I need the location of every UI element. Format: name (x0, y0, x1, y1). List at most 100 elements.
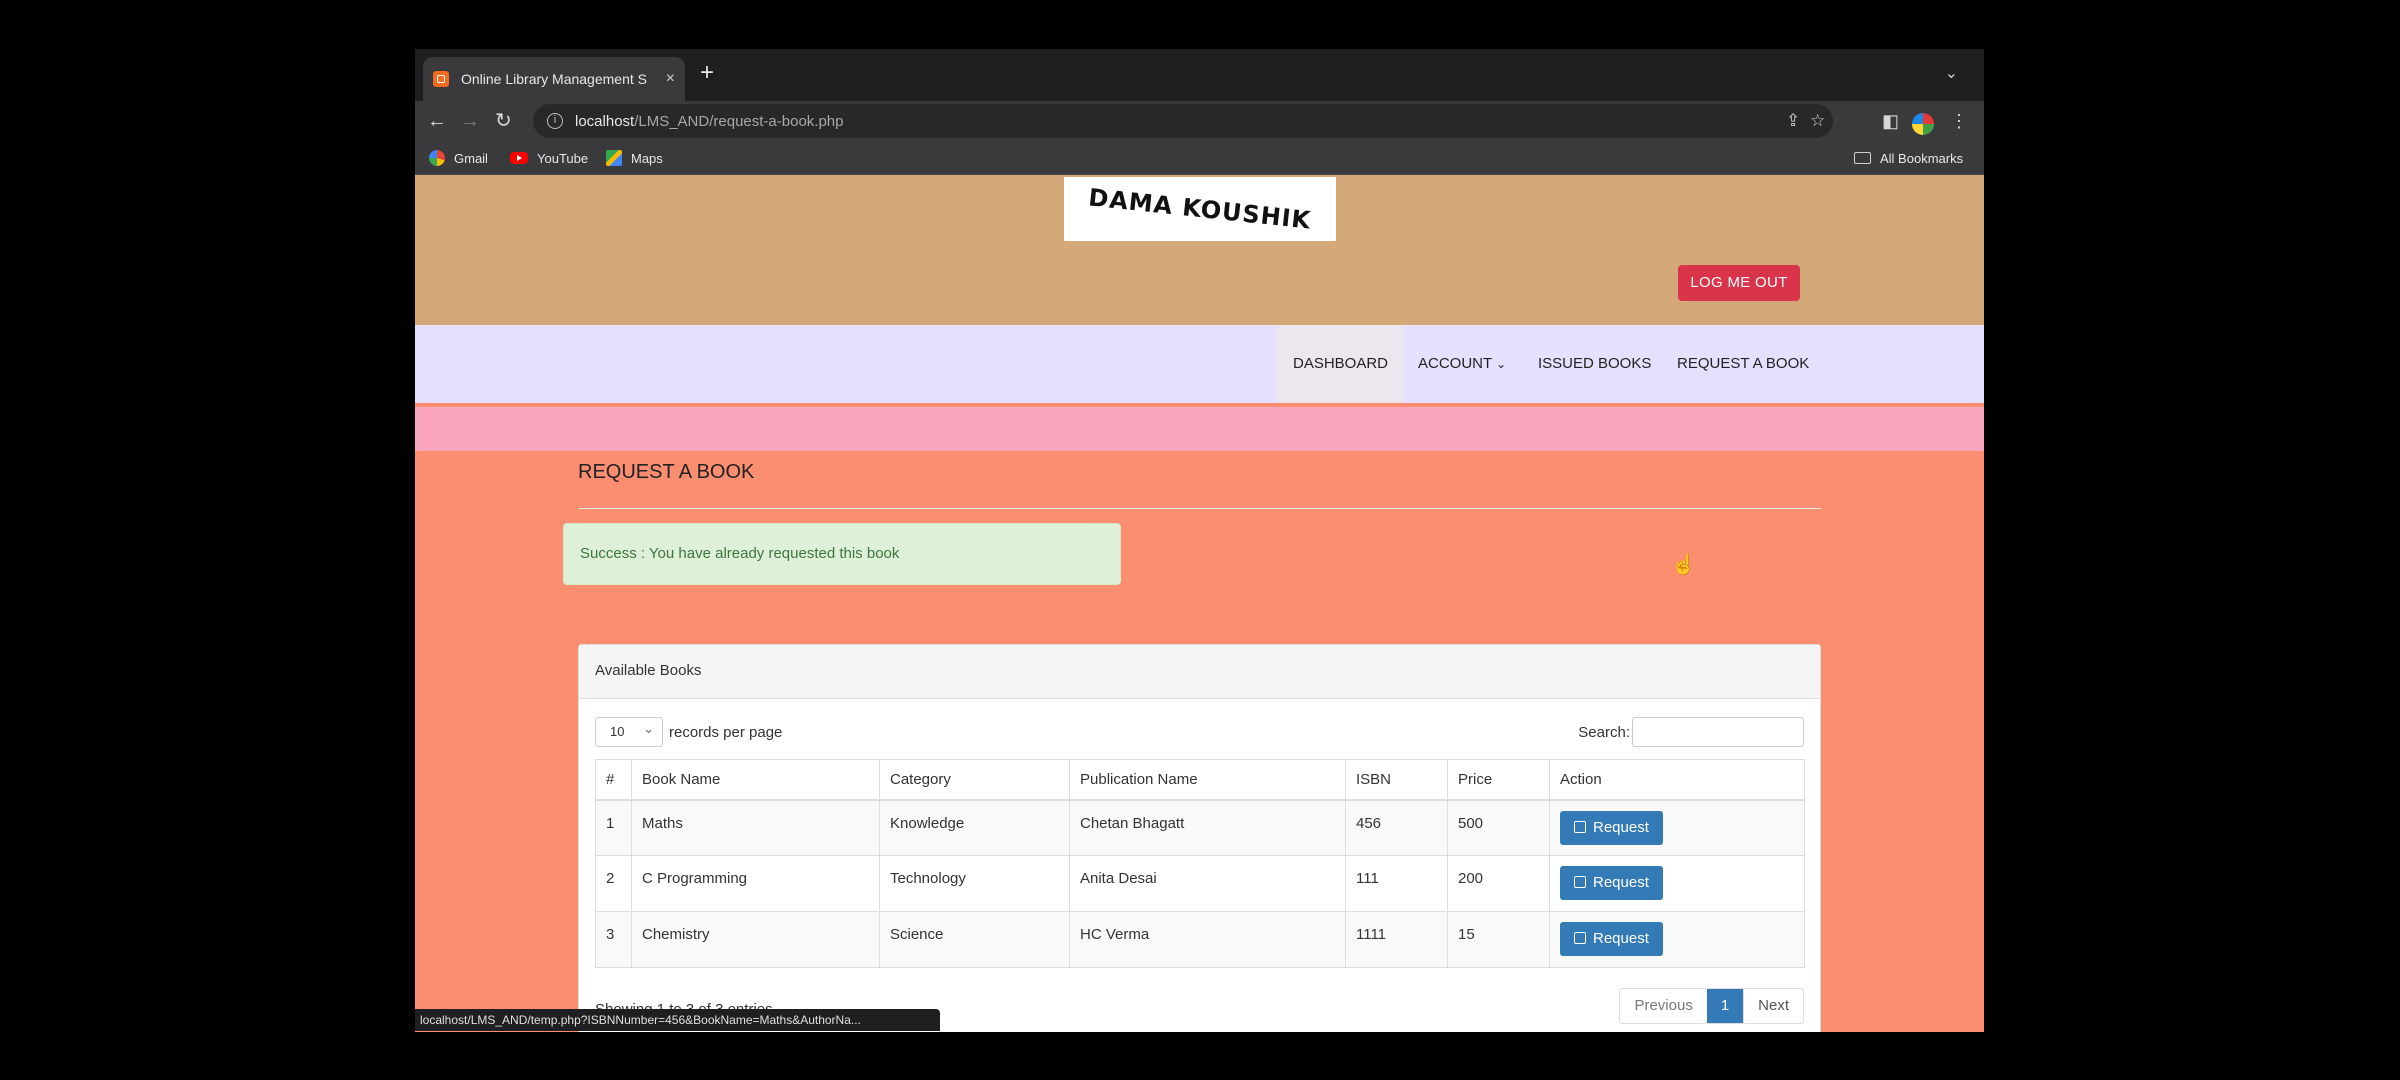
maps-icon (606, 150, 622, 166)
books-table: # Book Name Category Publication Name IS… (595, 759, 1805, 968)
page-title: REQUEST A BOOK (578, 461, 755, 483)
cell-price: 500 (1447, 799, 1550, 856)
col-action[interactable]: Action (1549, 759, 1805, 801)
search-input[interactable] (1632, 717, 1804, 747)
logo-text: DAMA KOUSHIK (1087, 183, 1313, 235)
tab-strip: Online Library Management S × + ⌄ (415, 49, 1984, 101)
table-row: 1 Maths Knowledge Chetan Bhagatt 456 500… (595, 799, 1805, 856)
cell-isbn: 111 (1345, 855, 1448, 912)
bookmark-youtube[interactable]: YouTube (510, 141, 588, 175)
browser-menu-icon[interactable]: ⋮ (1950, 107, 1968, 135)
edit-icon (1574, 876, 1586, 888)
cell-action: Request (1549, 911, 1805, 968)
page-length-select[interactable]: 10 (595, 715, 663, 747)
pink-strip (415, 407, 1984, 451)
folder-icon (1854, 152, 1871, 164)
all-bookmarks[interactable]: All Bookmarks (1854, 141, 1963, 175)
share-icon[interactable]: ⇪ (1786, 104, 1800, 138)
next-page-button[interactable]: Next (1743, 989, 1803, 1023)
table-header-row: # Book Name Category Publication Name IS… (595, 759, 1805, 801)
cell-publication: HC Verma (1069, 911, 1346, 968)
books-panel: Available Books 10 records per page Sear… (578, 644, 1821, 1032)
pagination: Previous 1 Next (1619, 988, 1804, 1024)
table-row: 3 Chemistry Science HC Verma 1111 15 Req… (595, 911, 1805, 968)
youtube-icon (510, 152, 528, 164)
url-text: localhost/LMS_AND/request-a-book.php (575, 113, 843, 130)
request-button[interactable]: Request (1560, 866, 1663, 900)
search-label: Search: (1578, 723, 1630, 741)
table-row: 2 C Programming Technology Anita Desai 1… (595, 855, 1805, 912)
records-per-page-label: records per page (669, 723, 783, 741)
profile-avatar[interactable] (1912, 113, 1934, 135)
close-tab-icon[interactable]: × (666, 70, 675, 88)
all-bookmarks-label: All Bookmarks (1880, 150, 1964, 166)
cell-publication: Chetan Bhagatt (1069, 799, 1346, 856)
menu-issued-books[interactable]: ISSUED BOOKS (1538, 325, 1651, 403)
cell-number: 3 (595, 911, 632, 968)
browser-tab[interactable]: Online Library Management S × (423, 57, 685, 101)
logout-button[interactable]: LOG ME OUT (1678, 265, 1800, 301)
menu-account-label: ACCOUNT (1418, 355, 1492, 372)
edit-icon (1574, 932, 1586, 944)
site-logo[interactable]: DAMA KOUSHIK (1064, 177, 1336, 241)
request-label: Request (1593, 930, 1649, 947)
cell-action: Request (1549, 799, 1805, 856)
menu-account[interactable]: ACCOUNT ⌄ (1418, 325, 1506, 403)
url-host: localhost (575, 112, 635, 130)
menu-dashboard[interactable]: DASHBOARD (1277, 325, 1405, 403)
site-info-icon[interactable]: i (547, 113, 563, 129)
cell-book-name: Maths (631, 799, 880, 856)
cell-category: Knowledge (879, 799, 1070, 856)
bookmark-label: YouTube (537, 150, 589, 166)
request-button[interactable]: Request (1560, 810, 1663, 845)
main-menu: DASHBOARD ACCOUNT ⌄ ISSUED BOOKS REQUEST… (415, 325, 1984, 403)
back-arrow-icon[interactable]: ← (427, 107, 447, 135)
tab-title: Online Library Management S (461, 71, 647, 87)
bookmark-label: Gmail (454, 150, 488, 166)
forward-arrow-icon[interactable]: → (460, 107, 480, 135)
new-tab-icon[interactable]: + (700, 61, 714, 85)
hand-cursor-icon: ☝ (1671, 554, 1696, 576)
bookmark-gmail[interactable]: Gmail (429, 141, 488, 175)
cell-price: 200 (1447, 855, 1550, 912)
bookmark-star-icon[interactable]: ☆ (1810, 104, 1825, 138)
site-header: DAMA KOUSHIK LOG ME OUT (415, 175, 1984, 325)
tab-search-chevron-icon[interactable]: ⌄ (1945, 63, 1958, 83)
cell-number: 1 (595, 799, 632, 856)
divider (578, 508, 1821, 509)
page-length-control: 10 records per page (595, 715, 783, 747)
cell-category: Technology (879, 855, 1070, 912)
col-publication[interactable]: Publication Name (1069, 759, 1346, 801)
bookmark-maps[interactable]: Maps (606, 141, 663, 175)
request-button[interactable]: Request (1560, 922, 1663, 956)
cell-number: 2 (595, 855, 632, 912)
cell-publication: Anita Desai (1069, 855, 1346, 912)
edit-icon (1574, 820, 1586, 833)
panel-heading: Available Books (579, 645, 1820, 699)
link-status-bar: localhost/LMS_AND/temp.php?ISBNNumber=45… (415, 1009, 940, 1031)
xampp-favicon-icon (433, 71, 449, 87)
cell-price: 15 (1447, 911, 1550, 968)
col-number[interactable]: # (595, 759, 632, 801)
browser-window: Online Library Management S × + ⌄ ← → ↻ … (415, 49, 1984, 1032)
col-isbn[interactable]: ISBN (1345, 759, 1448, 801)
success-alert: Success : You have already requested thi… (563, 523, 1121, 585)
url-field[interactable]: i localhost/LMS_AND/request-a-book.php ⇪… (533, 104, 1833, 138)
col-price[interactable]: Price (1447, 759, 1550, 801)
google-icon (429, 150, 445, 166)
table-search: Search: (1578, 717, 1804, 747)
col-book-name[interactable]: Book Name (631, 759, 880, 801)
url-path: /LMS_AND/request-a-book.php (634, 112, 844, 130)
address-bar: ← → ↻ i localhost/LMS_AND/request-a-book… (415, 101, 1984, 141)
side-panel-icon[interactable]: ◧ (1882, 107, 1899, 135)
bookmark-label: Maps (631, 150, 663, 166)
cell-book-name: Chemistry (631, 911, 880, 968)
menu-request-book[interactable]: REQUEST A BOOK (1677, 325, 1809, 403)
col-category[interactable]: Category (879, 759, 1070, 801)
cell-category: Science (879, 911, 1070, 968)
request-label: Request (1593, 818, 1649, 836)
page-1-button[interactable]: 1 (1706, 989, 1744, 1023)
cell-isbn: 456 (1345, 799, 1448, 856)
reload-icon[interactable]: ↻ (495, 107, 512, 135)
previous-page-button[interactable]: Previous (1620, 989, 1706, 1023)
